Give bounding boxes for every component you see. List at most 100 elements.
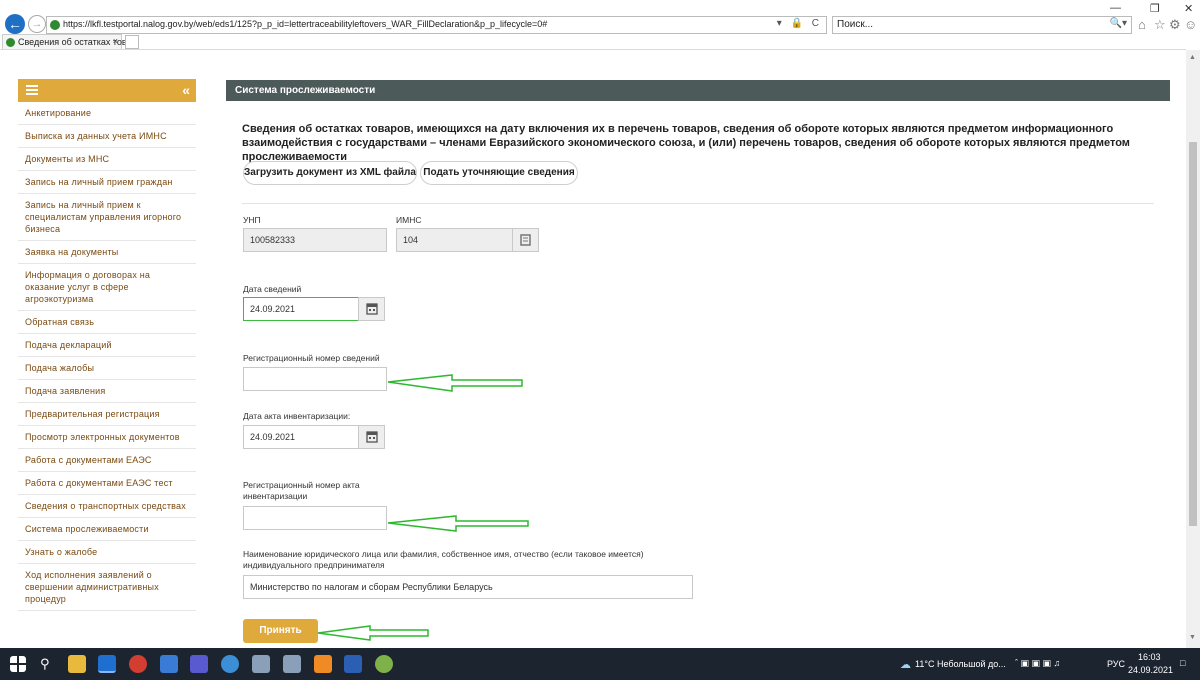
save-disk-icon[interactable] xyxy=(190,655,208,673)
language-indicator[interactable]: РУС xyxy=(1107,659,1125,669)
imns-label: ИМНС xyxy=(396,215,422,225)
inventory-reg-label: Регистрационный номер акта инвентаризаци… xyxy=(243,480,360,501)
minimize-button[interactable]: — xyxy=(1110,2,1121,14)
sidebar-header: « xyxy=(18,79,196,102)
divider xyxy=(242,203,1154,204)
address-tools[interactable]: ▾ 🔒 C xyxy=(777,18,822,29)
page-title: Сведения об остатках товаров, имеющихся … xyxy=(242,123,1130,163)
upload-xml-button[interactable]: Загрузить документ из XML файла xyxy=(243,161,417,185)
star-icon[interactable]: ☆ xyxy=(1154,17,1166,33)
browser-chrome: ← → https://lkfl.testportal.nalog.gov.by… xyxy=(0,0,1200,50)
collapse-sidebar-icon[interactable]: « xyxy=(182,82,190,98)
imns-field: 104 xyxy=(396,228,513,252)
arrow-left-icon: ← xyxy=(8,16,22,32)
sidebar-item[interactable]: Подача заявления xyxy=(18,380,196,403)
main-panel: Система прослеживаемости Сведения об ост… xyxy=(226,80,1170,648)
panel-header: Система прослеживаемости xyxy=(226,80,1170,101)
weather-status[interactable]: 11°C Небольшой до... xyxy=(915,659,1006,669)
sidebar-item[interactable]: Узнать о жалобе xyxy=(18,541,196,564)
inventory-reg-input[interactable] xyxy=(243,506,387,530)
sidebar-item[interactable]: Обратная связь xyxy=(18,311,196,334)
tab-title: Сведения об остатках това... xyxy=(18,37,140,47)
sidebar-item[interactable]: Сведения о транспортных средствах xyxy=(18,495,196,518)
notifications-icon[interactable]: □ xyxy=(1180,658,1185,668)
unp-field: 100582333 xyxy=(243,228,387,252)
sidebar-item[interactable]: Ход исполнения заявлений о свершении адм… xyxy=(18,564,196,611)
tray-icons[interactable]: ˆ ▣ ▣ ▣ ♫ xyxy=(1015,658,1060,669)
forward-button[interactable]: → xyxy=(28,15,46,33)
sidebar-item[interactable]: Заявка на документы xyxy=(18,241,196,264)
sidebar-item[interactable]: Работа с документами ЕАЭС тест xyxy=(18,472,196,495)
sidebar-item[interactable]: Работа с документами ЕАЭС xyxy=(18,449,196,472)
clock-date[interactable]: 24.09.2021 xyxy=(1128,665,1173,675)
address-url[interactable]: https://lkfl.testportal.nalog.gov.by/web… xyxy=(63,19,547,29)
search-icon[interactable]: 🔍▾ xyxy=(1110,18,1127,29)
clock-time[interactable]: 16:03 xyxy=(1138,652,1161,662)
scroll-down-icon[interactable]: ▼ xyxy=(1189,634,1196,641)
close-window-button[interactable]: ✕ xyxy=(1184,2,1193,15)
outlook-icon[interactable] xyxy=(160,655,178,673)
tab-close-icon[interactable]: × xyxy=(113,36,118,46)
search-input[interactable]: Поиск... xyxy=(837,19,873,30)
calendar-icon xyxy=(366,303,378,315)
imns-lookup-button[interactable] xyxy=(512,228,539,252)
page-scrollbar[interactable]: ▲ ▼ xyxy=(1186,50,1200,648)
arrow-right-icon: → xyxy=(31,18,43,30)
book-icon xyxy=(520,234,531,246)
reg-number-input[interactable] xyxy=(243,367,387,391)
scroll-up-icon[interactable]: ▲ xyxy=(1189,54,1196,61)
home-icon[interactable]: ⌂ xyxy=(1138,17,1146,32)
taskbar: ⚲ ☁ 11°C Небольшой до... ˆ ▣ ▣ ▣ ♫ РУС 1… xyxy=(0,648,1200,680)
browser-tab[interactable]: Сведения об остатках това... × xyxy=(2,34,139,50)
gear-icon[interactable]: ⚙ xyxy=(1169,17,1181,33)
sidebar-item[interactable]: Запись на личный прием к специалистам уп… xyxy=(18,194,196,241)
app-orange-icon[interactable] xyxy=(314,655,332,673)
search-box[interactable]: Поиск... 🔍▾ xyxy=(832,16,1132,34)
new-tab-button[interactable] xyxy=(125,35,139,49)
sidebar-item[interactable]: Анкетирование xyxy=(18,102,196,125)
sidebar-item[interactable]: Просмотр электронных документов xyxy=(18,426,196,449)
organization-name-input[interactable]: Министерство по налогам и сборам Республ… xyxy=(243,575,693,599)
smiley-icon[interactable]: ☺ xyxy=(1184,17,1197,32)
sidebar-item[interactable]: Подача жалобы xyxy=(18,357,196,380)
sidebar: « Анкетирование Выписка из данных учета И… xyxy=(18,79,196,611)
file-explorer-icon[interactable] xyxy=(68,655,86,673)
inventory-date-picker-button[interactable] xyxy=(358,425,385,449)
page-viewport: « Анкетирование Выписка из данных учета И… xyxy=(0,50,1186,648)
tab-favicon-icon xyxy=(6,38,15,47)
organization-name-label: Наименование юридического лица или фамил… xyxy=(243,549,644,570)
sidebar-menu: Анкетирование Выписка из данных учета ИМН… xyxy=(18,102,196,611)
app-window-icon[interactable] xyxy=(252,655,270,673)
back-button[interactable]: ← xyxy=(5,14,25,34)
sidebar-item[interactable]: Документы из МНС xyxy=(18,148,196,171)
sidebar-item[interactable]: Система прослеживаемости xyxy=(18,518,196,541)
messenger-icon[interactable] xyxy=(221,655,239,673)
unp-label: УНП xyxy=(243,215,261,225)
sidebar-item[interactable]: Выписка из данных учета ИМНС xyxy=(18,125,196,148)
menu-icon[interactable] xyxy=(26,85,38,96)
site-identity-icon xyxy=(50,20,60,30)
sidebar-item[interactable]: Информация о договорах на оказание услуг… xyxy=(18,264,196,311)
inventory-date-label: Дата акта инвентаризации: xyxy=(243,411,351,421)
submit-button[interactable]: Принять xyxy=(243,619,318,643)
maximize-button[interactable]: ❐ xyxy=(1150,2,1160,15)
sidebar-item[interactable]: Предварительная регистрация xyxy=(18,403,196,426)
word-icon[interactable] xyxy=(344,655,362,673)
address-bar[interactable]: https://lkfl.testportal.nalog.gov.by/web… xyxy=(46,16,827,34)
app-window-icon[interactable] xyxy=(283,655,301,673)
chrome-icon[interactable] xyxy=(129,655,147,673)
search-icon[interactable]: ⚲ xyxy=(40,656,50,672)
scrollbar-thumb[interactable] xyxy=(1189,142,1197,526)
windows-start-icon[interactable] xyxy=(10,656,26,672)
date-picker-button[interactable] xyxy=(358,297,385,321)
clarify-button[interactable]: Подать уточняющие сведения xyxy=(420,161,578,185)
calendar-icon xyxy=(366,431,378,443)
weather-cloud-icon[interactable]: ☁ xyxy=(900,658,911,671)
internet-explorer-icon[interactable] xyxy=(98,655,116,673)
paint-icon[interactable] xyxy=(375,655,393,673)
sidebar-item[interactable]: Подача деклараций xyxy=(18,334,196,357)
date-label: Дата сведений xyxy=(243,284,302,294)
inventory-date-input[interactable]: 24.09.2021 xyxy=(243,425,359,449)
date-input[interactable]: 24.09.2021 xyxy=(243,297,359,321)
sidebar-item[interactable]: Запись на личный прием граждан xyxy=(18,171,196,194)
